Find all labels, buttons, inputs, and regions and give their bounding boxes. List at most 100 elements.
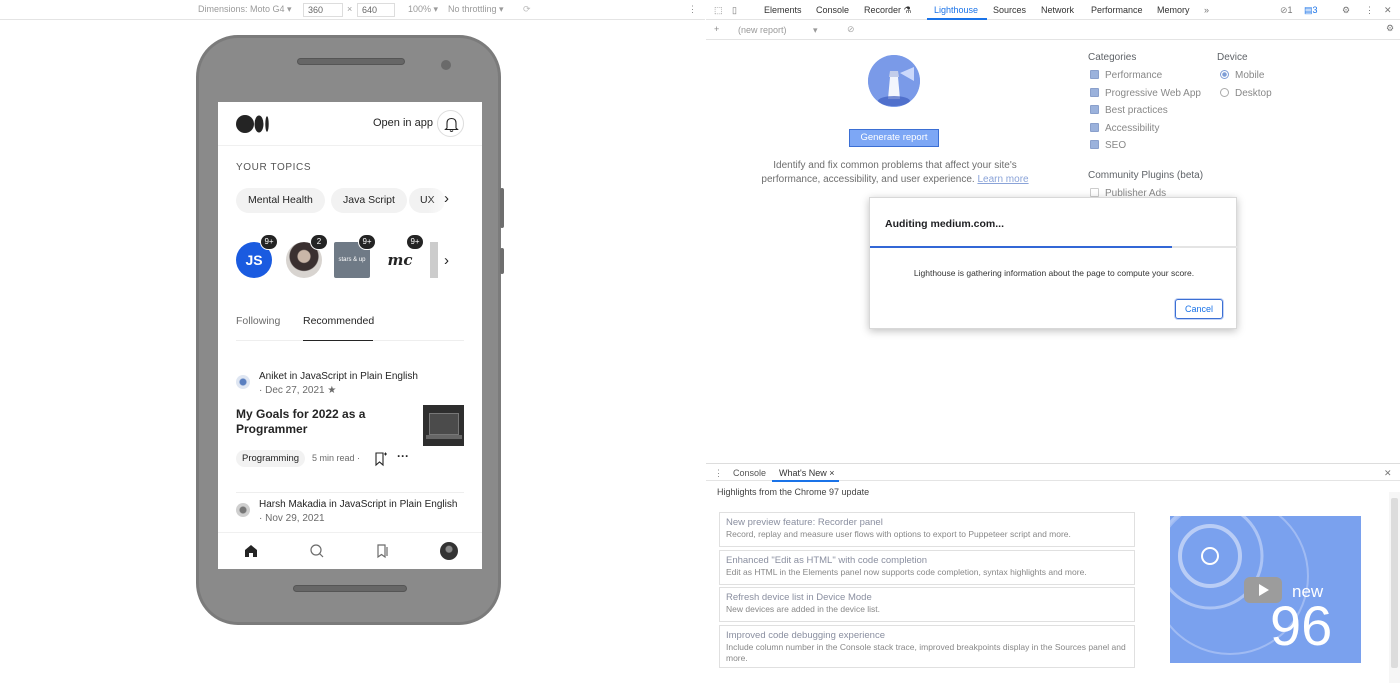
category-accessibility[interactable]: Accessibility <box>1090 123 1159 134</box>
auditing-dialog: Auditing medium.com... Lighthouse is gat… <box>869 197 1238 329</box>
device-desktop[interactable]: Desktop <box>1220 88 1272 99</box>
post-card[interactable]: Harsh Makadia in JavaScript in Plain Eng… <box>236 499 464 529</box>
zoom-select[interactable]: 100% ▾ <box>408 4 438 15</box>
radio-selected[interactable] <box>1220 70 1229 79</box>
settings-icon[interactable]: ⚙ <box>1342 5 1350 16</box>
following-avatar[interactable]: stars & up 9+ <box>334 234 376 278</box>
whats-new-item[interactable]: Enhanced "Edit as HTML" with code comple… <box>719 550 1135 585</box>
new-report-icon[interactable]: + <box>714 24 719 34</box>
clear-icon[interactable]: ⊘ <box>847 24 855 35</box>
lighthouse-settings-icon[interactable]: ⚙ <box>1386 23 1394 34</box>
post-author[interactable]: Aniket in JavaScript in Plain English <box>259 371 418 382</box>
medium-logo-icon[interactable] <box>236 115 270 133</box>
category-seo-label: SEO <box>1105 140 1127 151</box>
device-heading: Device <box>1217 52 1248 63</box>
checkbox-checked[interactable] <box>1090 140 1099 149</box>
tab-recorder[interactable]: Recorder ⚗ <box>864 5 912 16</box>
topic-chip-mental-health[interactable]: Mental Health <box>236 188 325 213</box>
following-avatar[interactable]: 2 <box>286 234 328 278</box>
unread-badge: 2 <box>310 234 328 250</box>
more-options-icon[interactable]: ··· <box>397 449 409 463</box>
tab-following[interactable]: Following <box>236 315 280 327</box>
search-icon[interactable] <box>308 542 326 560</box>
tab-elements[interactable]: Elements <box>764 5 802 15</box>
topics-next-chevron-icon[interactable]: › <box>444 190 449 207</box>
drawer-tab-console[interactable]: Console <box>733 468 766 478</box>
drawer-scrollbar[interactable] <box>1389 492 1400 683</box>
following-avatar[interactable]: mc 9+ <box>382 234 424 278</box>
cancel-button[interactable]: Cancel <box>1175 299 1223 319</box>
notifications-button[interactable] <box>437 110 464 137</box>
tab-lighthouse[interactable]: Lighthouse <box>934 5 978 15</box>
error-count[interactable]: ⊘1 <box>1280 5 1293 16</box>
whats-new-item[interactable]: Improved code debugging experience Inclu… <box>719 625 1135 668</box>
whats-new-item-title[interactable]: Refresh device list in Device Mode <box>726 591 1128 604</box>
rotate-icon[interactable]: ⟳ <box>523 4 531 15</box>
generate-report-button[interactable]: Generate report <box>849 129 939 147</box>
inspect-icon[interactable]: ⬚ <box>714 5 723 16</box>
close-drawer-icon[interactable]: ✕ <box>1384 468 1392 479</box>
drawer-menu-icon[interactable]: ⋮ <box>714 468 723 479</box>
whats-new-item-title[interactable]: Enhanced "Edit as HTML" with code comple… <box>726 554 1128 567</box>
video-version-label: 96 <box>1270 594 1333 657</box>
learn-more-link[interactable]: Learn more <box>977 174 1028 185</box>
whats-new-item-title[interactable]: Improved code debugging experience <box>726 629 1128 642</box>
home-icon[interactable] <box>242 542 260 560</box>
reading-list-icon[interactable] <box>374 542 392 560</box>
drawer-tab-whats-new[interactable]: What's New × <box>779 468 835 478</box>
scrollbar-thumb[interactable] <box>1391 498 1398 668</box>
whats-new-item[interactable]: Refresh device list in Device Mode New d… <box>719 587 1135 622</box>
topic-chip-javascript[interactable]: Java Script <box>331 188 407 213</box>
checkbox-checked[interactable] <box>1090 88 1099 97</box>
checkbox-checked[interactable] <box>1090 70 1099 79</box>
whats-new-video-thumbnail[interactable]: new 96 <box>1170 516 1361 663</box>
device-mobile[interactable]: Mobile <box>1220 70 1264 81</box>
category-best-practices[interactable]: Best practices <box>1090 105 1168 116</box>
post-tag[interactable]: Programming <box>236 450 306 467</box>
profile-avatar[interactable] <box>440 542 458 560</box>
drawer-tabbar: ⋮ Console What's New × ✕ <box>706 463 1400 482</box>
radio-unselected[interactable] <box>1220 88 1229 97</box>
bookmark-icon[interactable] <box>374 451 388 467</box>
tab-memory[interactable]: Memory <box>1157 5 1190 15</box>
open-in-app-link[interactable]: Open in app <box>373 117 433 129</box>
active-tab-underline <box>303 340 373 341</box>
category-seo[interactable]: SEO <box>1090 140 1126 151</box>
avatars-next-chevron-icon[interactable]: › <box>444 252 449 269</box>
device-toggle-icon[interactable]: ▯ <box>732 5 737 16</box>
devtools-tabbar: ⬚ ▯ Elements Console Recorder ⚗ Lighthou… <box>706 0 1400 20</box>
checkbox-checked[interactable] <box>1090 123 1099 132</box>
following-avatar[interactable]: JS 9+ <box>236 234 278 278</box>
tab-sources[interactable]: Sources <box>993 5 1026 15</box>
device-toolbar: Dimensions: Moto G4 ▾ 360 × 640 100% ▾ N… <box>0 0 705 20</box>
tab-network[interactable]: Network <box>1041 5 1074 15</box>
report-select[interactable]: (new report) ▾ <box>738 25 838 36</box>
more-options-icon[interactable]: ⋮ <box>688 4 697 15</box>
throttling-select[interactable]: No throttling ▾ <box>448 4 504 15</box>
tab-performance[interactable]: Performance <box>1091 5 1143 15</box>
width-input[interactable]: 360 <box>303 3 343 17</box>
checkbox-unchecked[interactable] <box>1090 188 1099 197</box>
whats-new-item-title[interactable]: New preview feature: Recorder panel <box>726 516 1128 529</box>
close-devtools-icon[interactable]: ✕ <box>1384 5 1392 16</box>
device-select[interactable]: Dimensions: Moto G4 ▾ <box>198 4 292 15</box>
tab-console[interactable]: Console <box>816 5 849 15</box>
customize-icon[interactable]: ⋮ <box>1365 5 1374 16</box>
post-thumbnail[interactable] <box>423 405 464 446</box>
phone-speaker <box>297 58 405 65</box>
post-author[interactable]: Harsh Makadia in JavaScript in Plain Eng… <box>259 499 457 510</box>
message-count[interactable]: ▤3 <box>1304 5 1318 16</box>
post-card[interactable]: Aniket in JavaScript in Plain English · … <box>236 371 464 471</box>
whats-new-item[interactable]: New preview feature: Recorder panel Reco… <box>719 512 1135 547</box>
post-title[interactable]: My Goals for 2022 as a Programmer <box>236 407 386 437</box>
post-date: · Nov 29, 2021 <box>259 513 325 524</box>
category-performance[interactable]: Performance <box>1090 70 1162 81</box>
your-topics-label: YOUR TOPICS <box>236 162 312 173</box>
checkbox-checked[interactable] <box>1090 105 1099 114</box>
author-avatar <box>236 375 250 389</box>
more-tabs-chevron-icon[interactable]: » <box>1204 5 1209 15</box>
category-pwa[interactable]: Progressive Web App <box>1090 88 1201 99</box>
height-input[interactable]: 640 <box>357 3 395 17</box>
whats-new-item-desc: Edit as HTML in the Elements panel now s… <box>726 567 1087 577</box>
tab-recommended[interactable]: Recommended <box>303 315 374 327</box>
